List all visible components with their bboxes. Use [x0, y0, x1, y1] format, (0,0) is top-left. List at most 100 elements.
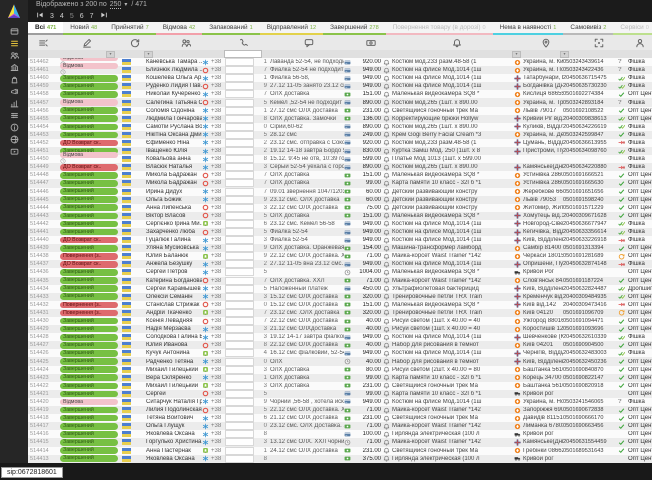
order-row[interactable]: 514416ЗавершенийЯковлева Оксана+388100.0… — [28, 430, 652, 438]
sidebar-item-clients[interactable] — [0, 49, 28, 61]
order-row[interactable]: 514422ЗавершенийМихаил Гилецький+383ОЛХ … — [28, 382, 652, 390]
phone-masked-field[interactable] — [225, 366, 255, 374]
phone-masked-field[interactable] — [225, 341, 255, 349]
order-row[interactable]: 514420ВідмоваСитарчук Наталія Гр..+389Чо… — [28, 398, 652, 406]
sidebar-item-integrations[interactable] — [0, 133, 28, 145]
page-button-3[interactable]: 3 — [50, 13, 54, 20]
column-header-money-icon[interactable] — [350, 35, 392, 50]
tab-4[interactable]: Запакований1 — [202, 22, 260, 35]
sidebar-item-orders[interactable] — [0, 37, 28, 49]
order-row[interactable]: 514417ЗавершенийОльга Глущук+38023.12 см… — [28, 422, 652, 430]
order-row[interactable]: 514435ЗавершенийКатерина Богданова+387ОЛ… — [28, 277, 652, 285]
phone-masked-field[interactable] — [225, 398, 255, 406]
filter-dropdown[interactable]: ▾ — [144, 51, 153, 58]
tab-10[interactable]: Сервіси0 — [613, 22, 652, 35]
order-row[interactable]: 514446ЗавершенийИрина Дидух+38709.01 зве… — [28, 188, 652, 196]
tab-1[interactable]: Новий48 — [63, 22, 104, 35]
order-row[interactable]: 514445ЗавершенийОльга Божик+38923.12 смс… — [28, 196, 652, 204]
order-row[interactable]: 514459ЗавершенийРуденко Лидия Пав..+3892… — [28, 82, 652, 90]
phone-masked-field[interactable] — [225, 115, 255, 123]
column-header-manager-icon[interactable] — [628, 35, 652, 50]
phone-masked-field[interactable] — [225, 139, 255, 147]
sidebar-item-dashboard[interactable] — [0, 25, 28, 37]
column-header-phone-icon[interactable] — [218, 35, 268, 50]
order-row[interactable]: 514457ВідмоваСалегина Татьяна С..+385Кем… — [28, 98, 652, 106]
phone-filter-input[interactable] — [224, 50, 262, 58]
order-row[interactable]: 514455ЗавершенийЛюдмила Гончарова+388ОЛХ… — [28, 115, 652, 123]
phone-masked-field[interactable] — [225, 74, 255, 82]
filter-dropdown[interactable]: ▾ — [560, 51, 569, 58]
order-row[interactable]: 514419ЗавершенийЛилия Подолинская+38522.… — [28, 406, 652, 414]
phone-masked-field[interactable] — [225, 196, 255, 204]
order-row[interactable]: 514441ЗавершенийЗахарченко Люба+385Фиалк… — [28, 228, 652, 236]
phone-masked-field[interactable] — [225, 447, 255, 455]
phone-masked-field[interactable] — [225, 99, 255, 107]
phone-masked-field[interactable] — [225, 66, 255, 74]
column-header-edit-icon[interactable] — [58, 35, 116, 50]
page-size-selector[interactable]: 250 — [110, 1, 122, 9]
phone-masked-field[interactable] — [225, 228, 255, 236]
order-row[interactable]: 514461ВідмоваБлизнюк Людмила ..+387Фиалк… — [28, 66, 652, 74]
phone-masked-field[interactable] — [225, 220, 255, 228]
phone-masked-field[interactable] — [225, 163, 255, 171]
order-row[interactable]: 514454ЗавершенийСамотій Руслана Во..+380… — [28, 123, 652, 131]
phone-masked-field[interactable] — [225, 406, 255, 414]
column-header-rows-icon[interactable] — [28, 35, 58, 50]
page-button-4[interactable]: 4 — [60, 13, 64, 20]
order-row[interactable]: 514442ЗавершенийСергієнко Ірина Ми..+386… — [28, 220, 652, 228]
order-row[interactable]: 514430ЗавершенийКсенія Левадняя+38722.12… — [28, 317, 652, 325]
sidebar-item-company[interactable] — [0, 61, 28, 73]
order-row[interactable]: 514450ВідмоваКовальова анна+38815.12. 9:… — [28, 155, 652, 163]
order-row[interactable]: 514427ЗавершенийЮлия Иванова+38822.12 см… — [28, 341, 652, 349]
tab-9[interactable]: Самовивіз2 — [563, 22, 613, 35]
tab-3[interactable]: Відмова42 — [156, 22, 202, 35]
filter-dropdown[interactable]: ▾ — [512, 51, 521, 58]
phone-masked-field[interactable] — [225, 171, 255, 179]
phone-masked-field[interactable] — [225, 317, 255, 325]
order-row[interactable]: 514434ЗавершенийСергей Карамышев+385Нало… — [28, 285, 652, 293]
phone-masked-field[interactable] — [225, 268, 255, 276]
order-row[interactable]: 514413ЗавершенийЯковлева Оксана+388375.0… — [28, 455, 652, 463]
page-button-6[interactable]: 6 — [80, 13, 84, 20]
tab-7[interactable]: Повернення товару (в дорозі)0 — [386, 22, 493, 35]
tab-6[interactable]: Завершений278 — [323, 22, 386, 35]
phone-masked-field[interactable] — [225, 438, 255, 446]
order-row[interactable]: 514447ЗавершенийМикола Бадражан+387ОЛХ д… — [28, 179, 652, 187]
tab-8[interactable]: Нема в наявності1 — [493, 22, 564, 35]
phone-masked-field[interactable] — [225, 260, 255, 268]
order-row[interactable]: 514428ЗавершенийСолодкова Галина В..+383… — [28, 333, 652, 341]
sidebar-item-video-help[interactable] — [0, 145, 28, 157]
phone-masked-field[interactable] — [225, 107, 255, 115]
order-row[interactable]: 514458ЗавершенийНиколай Кучеренко+387ОЛХ… — [28, 90, 652, 98]
phone-masked-field[interactable] — [225, 123, 255, 131]
column-header-tracking-icon[interactable] — [570, 35, 628, 50]
phone-masked-field[interactable] — [225, 382, 255, 390]
phone-masked-field[interactable] — [225, 455, 255, 463]
phone-masked-field[interactable] — [225, 212, 255, 220]
order-row[interactable]: 514449ДО Возврат ск..Власюк Наталья+383С… — [28, 163, 652, 171]
phone-masked-field[interactable] — [225, 147, 255, 155]
order-row[interactable]: 514423ЗавершенийВера Скляренко+381ОЛХ до… — [28, 374, 652, 382]
page-button-5[interactable]: 5 — [70, 13, 74, 20]
phone-masked-field[interactable] — [225, 252, 255, 260]
phone-masked-field[interactable] — [225, 309, 255, 317]
order-row[interactable]: 514426ЗавершенийКучук Антонина+38416.12 … — [28, 349, 652, 357]
phone-masked-field[interactable] — [225, 333, 255, 341]
phone-masked-field[interactable] — [225, 82, 255, 90]
tab-0[interactable]: Всі471 — [28, 22, 63, 35]
phone-masked-field[interactable] — [225, 90, 255, 98]
phone-masked-field[interactable] — [225, 179, 255, 187]
order-row[interactable]: 514436ЗавершенийСергей Петров+3851004.00… — [28, 268, 652, 276]
order-row[interactable]: 514421ЗавершенийСергей+38599.00Карта пам… — [28, 390, 652, 398]
order-row[interactable]: 514424ЗавершенийМихаил Гилецький+383ОЛХ … — [28, 366, 652, 374]
phone-masked-field[interactable] — [225, 301, 255, 309]
phone-masked-field[interactable] — [225, 58, 255, 66]
tab-5[interactable]: Відправлений12 — [260, 22, 323, 35]
sidebar-item-info[interactable] — [0, 121, 28, 133]
phone-masked-field[interactable] — [225, 374, 255, 382]
column-header-product-icon[interactable] — [392, 35, 522, 50]
last-page-button[interactable] — [100, 11, 108, 21]
phone-masked-field[interactable] — [225, 236, 255, 244]
filter-dropdown[interactable]: ▾ — [106, 51, 115, 58]
column-header-comment-icon[interactable] — [268, 35, 350, 50]
